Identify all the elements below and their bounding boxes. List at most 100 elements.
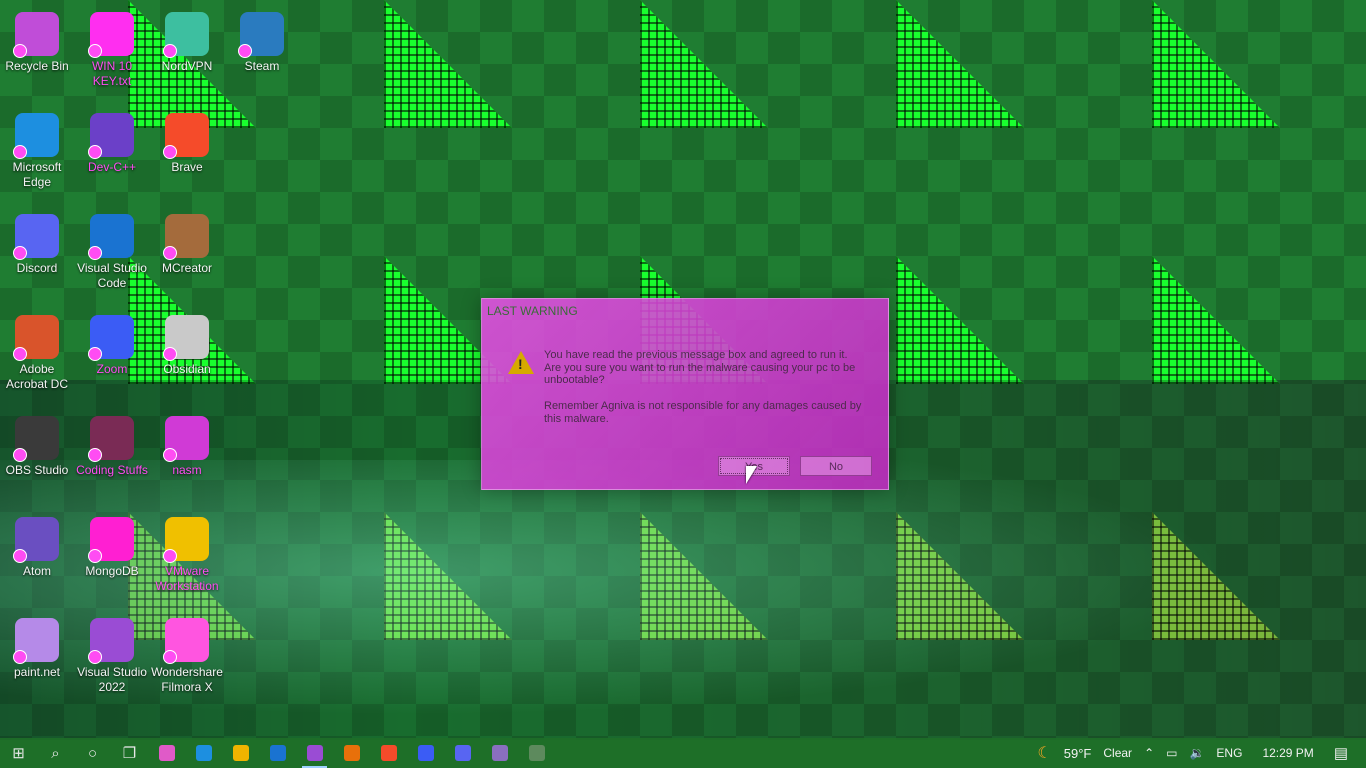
- desktop-icon-label: Wondershare Filmora X: [151, 665, 223, 694]
- desktop-icon-label: Microsoft Edge: [12, 160, 62, 189]
- zoom-icon: [88, 315, 134, 361]
- mouse-cursor: [746, 466, 757, 484]
- desktop-icon-label: OBS Studio: [5, 463, 69, 477]
- taskbar-discord-button[interactable]: [444, 738, 481, 768]
- desktop-icon-discord[interactable]: Discord: [0, 210, 74, 276]
- desktop-icon-vmware[interactable]: VMware Workstation: [150, 513, 224, 594]
- desktop-icon-label: WIN 10 KEY.txt: [91, 59, 132, 88]
- desktop-icon-label: Adobe Acrobat DC: [5, 362, 69, 391]
- desktop-icon-acrobat[interactable]: Adobe Acrobat DC: [0, 311, 74, 392]
- discord-icon: [13, 214, 59, 260]
- dialog-title: LAST WARNING: [487, 304, 578, 318]
- desktop-icon-visual-studio[interactable]: Visual Studio 2022: [75, 614, 149, 695]
- warning-dialog: LAST WARNING ! You have read the previou…: [481, 298, 889, 490]
- recycle-bin-icon: [13, 12, 59, 58]
- zoom-icon: [417, 745, 434, 761]
- sync-badge-icon: [13, 347, 27, 361]
- desktop-icon-label: VMware Workstation: [155, 564, 219, 593]
- sync-badge-icon: [88, 650, 102, 664]
- mongodb-icon: [88, 517, 134, 563]
- no-button[interactable]: No: [800, 456, 872, 476]
- sync-badge-icon: [13, 650, 27, 664]
- network-icon[interactable]: ▭: [1160, 746, 1183, 760]
- desktop-icon-folder-chip[interactable]: Coding Stuffs: [75, 412, 149, 478]
- desktop-icon-label: MongoDB: [85, 564, 139, 578]
- weather-moon-icon[interactable]: ☾: [1031, 743, 1057, 763]
- taskbar-cortana-button[interactable]: ○: [74, 738, 111, 768]
- console-icon: [528, 745, 545, 761]
- desktop-icon-label: Steam: [244, 59, 280, 73]
- chevron-up-icon[interactable]: ⌃: [1138, 746, 1160, 760]
- wallpaper-triangle: [1152, 256, 1280, 384]
- desktop-icon-recycle-bin[interactable]: Recycle Bin: [0, 8, 74, 74]
- atom-icon: [13, 517, 59, 563]
- desktop-icon-obs[interactable]: OBS Studio: [0, 412, 74, 478]
- sync-badge-icon: [88, 145, 102, 159]
- taskbar-zoom-button[interactable]: [407, 738, 444, 768]
- taskbar-file-explorer-button[interactable]: [222, 738, 259, 768]
- desktop-icon-mcreator[interactable]: MCreator: [150, 210, 224, 276]
- sync-badge-icon: [13, 145, 27, 159]
- wallpaper-glow: [0, 460, 1366, 740]
- language-indicator[interactable]: ENG: [1210, 746, 1248, 760]
- desktop-icon-zoom[interactable]: Zoom: [75, 311, 149, 377]
- taskbar-store-button[interactable]: [148, 738, 185, 768]
- desktop-icon-steam[interactable]: Steam: [225, 8, 299, 74]
- desktop-icon-nordvpn[interactable]: NordVPN: [150, 8, 224, 74]
- taskbar-obsidian-button[interactable]: [481, 738, 518, 768]
- folder-chip-icon: [88, 416, 134, 462]
- nasm-icon: [163, 416, 209, 462]
- desktop-icon-label: Dev-C++: [87, 160, 137, 174]
- taskbar-console-button[interactable]: [518, 738, 555, 768]
- sync-badge-icon: [88, 347, 102, 361]
- desktop-icon-obsidian[interactable]: Obsidian: [150, 311, 224, 377]
- taskbar-search-button[interactable]: ⌕: [37, 738, 74, 768]
- taskbar-edge-button[interactable]: [185, 738, 222, 768]
- volume-icon[interactable]: 🔉: [1183, 746, 1210, 760]
- notification-icon[interactable]: ▤: [1328, 744, 1366, 762]
- obsidian-icon: [491, 745, 508, 761]
- desktop-icon-mongodb[interactable]: MongoDB: [75, 513, 149, 579]
- taskbar-vscode-button[interactable]: [259, 738, 296, 768]
- weather-temperature[interactable]: 59°F: [1058, 746, 1098, 761]
- brave-icon: [163, 113, 209, 159]
- steam-icon: [238, 12, 284, 58]
- vscode-icon: [88, 214, 134, 260]
- discord-icon: [454, 745, 471, 761]
- desktop-icon-vscode[interactable]: Visual Studio Code: [75, 210, 149, 291]
- taskbar-start-windows-button[interactable]: ⊞: [0, 738, 37, 768]
- taskbar-visual-studio-button[interactable]: [296, 738, 333, 768]
- desktop-icon-paintnet[interactable]: paint.net: [0, 614, 74, 680]
- desktop-icon-devcpp[interactable]: Dev-C++: [75, 109, 149, 175]
- clock[interactable]: 12:29 PM: [1248, 746, 1327, 760]
- desktop-icon-brave[interactable]: Brave: [150, 109, 224, 175]
- visual-studio-icon: [306, 745, 323, 761]
- sync-badge-icon: [163, 650, 177, 664]
- taskbar-task-view-button[interactable]: ❐: [111, 738, 148, 768]
- taskbar-brave-button[interactable]: [370, 738, 407, 768]
- desktop-icon-nasm[interactable]: nasm: [150, 412, 224, 478]
- vmware-icon: [163, 517, 209, 563]
- sync-badge-icon: [163, 145, 177, 159]
- desktop-icon-atom[interactable]: Atom: [0, 513, 74, 579]
- wallpaper-triangle: [896, 0, 1024, 128]
- sync-badge-icon: [88, 246, 102, 260]
- office-icon: [343, 745, 360, 761]
- desktop-icon-label: Atom: [22, 564, 51, 578]
- desktop-icon-filmora[interactable]: Wondershare Filmora X: [150, 614, 224, 695]
- desktop-icon-text-file[interactable]: WIN 10 KEY.txt: [75, 8, 149, 89]
- obs-icon: [13, 416, 59, 462]
- desktop-icon-label: paint.net: [13, 665, 61, 679]
- weather-description[interactable]: Clear: [1097, 746, 1138, 760]
- sync-badge-icon: [13, 448, 27, 462]
- taskbar-office-button[interactable]: [333, 738, 370, 768]
- sync-badge-icon: [163, 448, 177, 462]
- nordvpn-icon: [163, 12, 209, 58]
- sync-badge-icon: [13, 246, 27, 260]
- mcreator-icon: [163, 214, 209, 260]
- desktop-icon-label: Recycle Bin: [5, 59, 69, 73]
- dialog-disclaimer: Remember Agniva is not responsible for a…: [544, 400, 862, 425]
- sync-badge-icon: [163, 246, 177, 260]
- desktop-icon-label: NordVPN: [161, 59, 213, 73]
- desktop-icon-edge[interactable]: Microsoft Edge: [0, 109, 74, 190]
